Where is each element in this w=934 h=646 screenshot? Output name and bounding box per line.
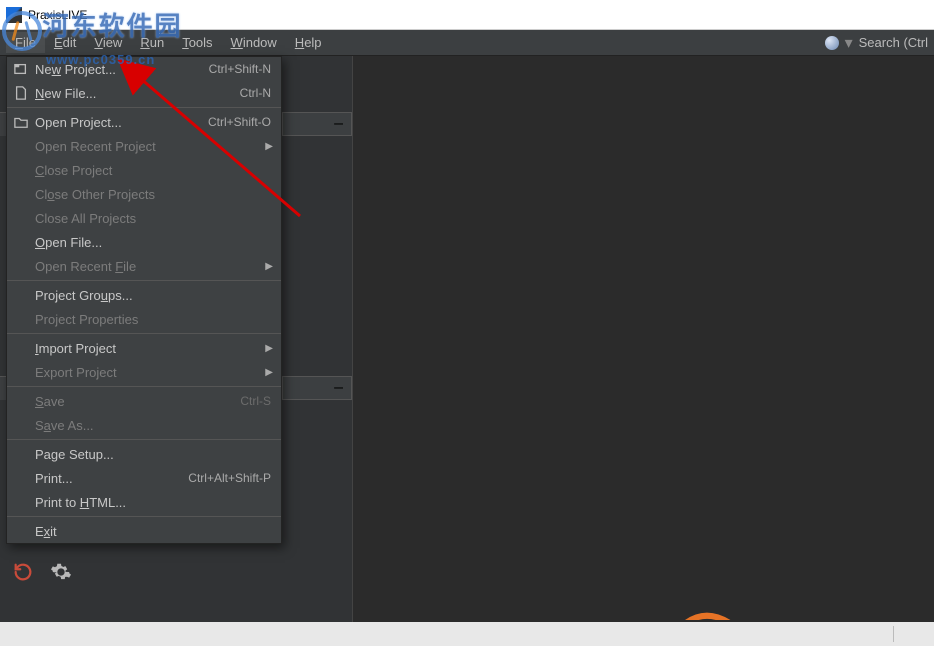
menu-item-open-file[interactable]: Open File... [7,230,281,254]
titlebar: PraxisLIVE [0,0,934,30]
menu-edit[interactable]: Edit [45,32,85,53]
menu-item-open-project[interactable]: Open Project... Ctrl+Shift-O [7,110,281,134]
refresh-icon[interactable] [12,561,34,588]
panel-minimize-1[interactable]: – [282,112,352,136]
menu-item-label: Project Properties [35,312,271,327]
decorative-shape [674,604,754,620]
menu-item-new-file[interactable]: New File... Ctrl-N [7,81,281,105]
menu-item-label: Save As... [35,418,271,433]
menu-shortcut: Ctrl+Shift-N [209,62,271,76]
submenu-arrow-icon: ▶ [265,261,273,272]
menu-item-label: Project Groups... [35,288,271,303]
menu-item-close-project: Close Project [7,158,281,182]
gear-icon[interactable] [50,561,72,588]
menu-item-label: Save [35,394,222,409]
menu-item-label: Export Project [35,365,271,380]
menu-item-open-recent-project: Open Recent Project▶ [7,134,281,158]
menu-item-print-to-html[interactable]: Print to HTML... [7,490,281,514]
menubar: File Edit View Run Tools Window Help ▾ S… [0,30,934,56]
new-file-icon [13,85,29,101]
menu-item-label: Page Setup... [35,447,271,462]
menu-item-close-other-projects: Close Other Projects [7,182,281,206]
menu-item-open-recent-file: Open Recent File▶ [7,254,281,278]
menu-item-label: Close All Projects [35,211,271,226]
menu-item-project-properties: Project Properties [7,307,281,331]
menu-item-export-project: Export Project▶ [7,360,281,384]
menu-item-save: Save Ctrl-S [7,389,281,413]
menu-item-page-setup[interactable]: Page Setup... [7,442,281,466]
menu-item-import-project[interactable]: Import Project▶ [7,336,281,360]
menu-item-label: Close Other Projects [35,187,271,202]
menu-shortcut: Ctrl-S [240,394,271,408]
menu-item-label: Open Recent File [35,259,271,274]
menu-shortcut: Ctrl+Shift-O [208,115,271,129]
menu-item-label: Open Recent Project [35,139,271,154]
menu-item-save-as: Save As... [7,413,281,437]
menu-item-label: Exit [35,524,271,539]
menu-item-label: Open File... [35,235,271,250]
menu-item-label: Print... [35,471,170,486]
menu-shortcut: Ctrl+Alt+Shift-P [188,471,271,485]
menu-file[interactable]: File [6,32,45,53]
sidebar-bottom-icons [12,561,72,588]
menu-item-label: Close Project [35,163,271,178]
submenu-arrow-icon: ▶ [265,367,273,378]
statusbar [0,622,934,646]
menu-shortcut: Ctrl-N [240,86,271,100]
menu-item-label: Open Project... [35,115,190,130]
search-placeholder: Search (Ctrl [859,35,928,50]
menu-item-project-groups[interactable]: Project Groups... [7,283,281,307]
menu-help[interactable]: Help [286,32,331,53]
menu-item-new-project[interactable]: New Project... Ctrl+Shift-N [7,57,281,81]
menu-item-label: Print to HTML... [35,495,271,510]
panel-minimize-2[interactable]: – [282,376,352,400]
menu-tools[interactable]: Tools [173,32,221,53]
menu-item-label: New File... [35,86,222,101]
new-project-icon [13,61,29,77]
menu-window[interactable]: Window [222,32,286,53]
search-icon [825,36,839,50]
status-separator [893,626,894,642]
menu-item-label: New Project... [35,62,191,77]
file-menu-dropdown: New Project... Ctrl+Shift-N New File... Ctr… [6,56,282,544]
main-area [352,56,934,622]
menu-item-label: Import Project [35,341,271,356]
search-box[interactable]: ▾ Search (Ctrl [825,33,928,53]
menu-view[interactable]: View [85,32,131,53]
menu-item-exit[interactable]: Exit [7,519,281,543]
submenu-arrow-icon: ▶ [265,343,273,354]
menu-run[interactable]: Run [131,32,173,53]
menu-item-close-all-projects: Close All Projects [7,206,281,230]
submenu-arrow-icon: ▶ [265,141,273,152]
open-project-icon [13,114,29,130]
window-title: PraxisLIVE [28,8,87,22]
app-icon [6,7,22,23]
menu-item-print[interactable]: Print... Ctrl+Alt+Shift-P [7,466,281,490]
